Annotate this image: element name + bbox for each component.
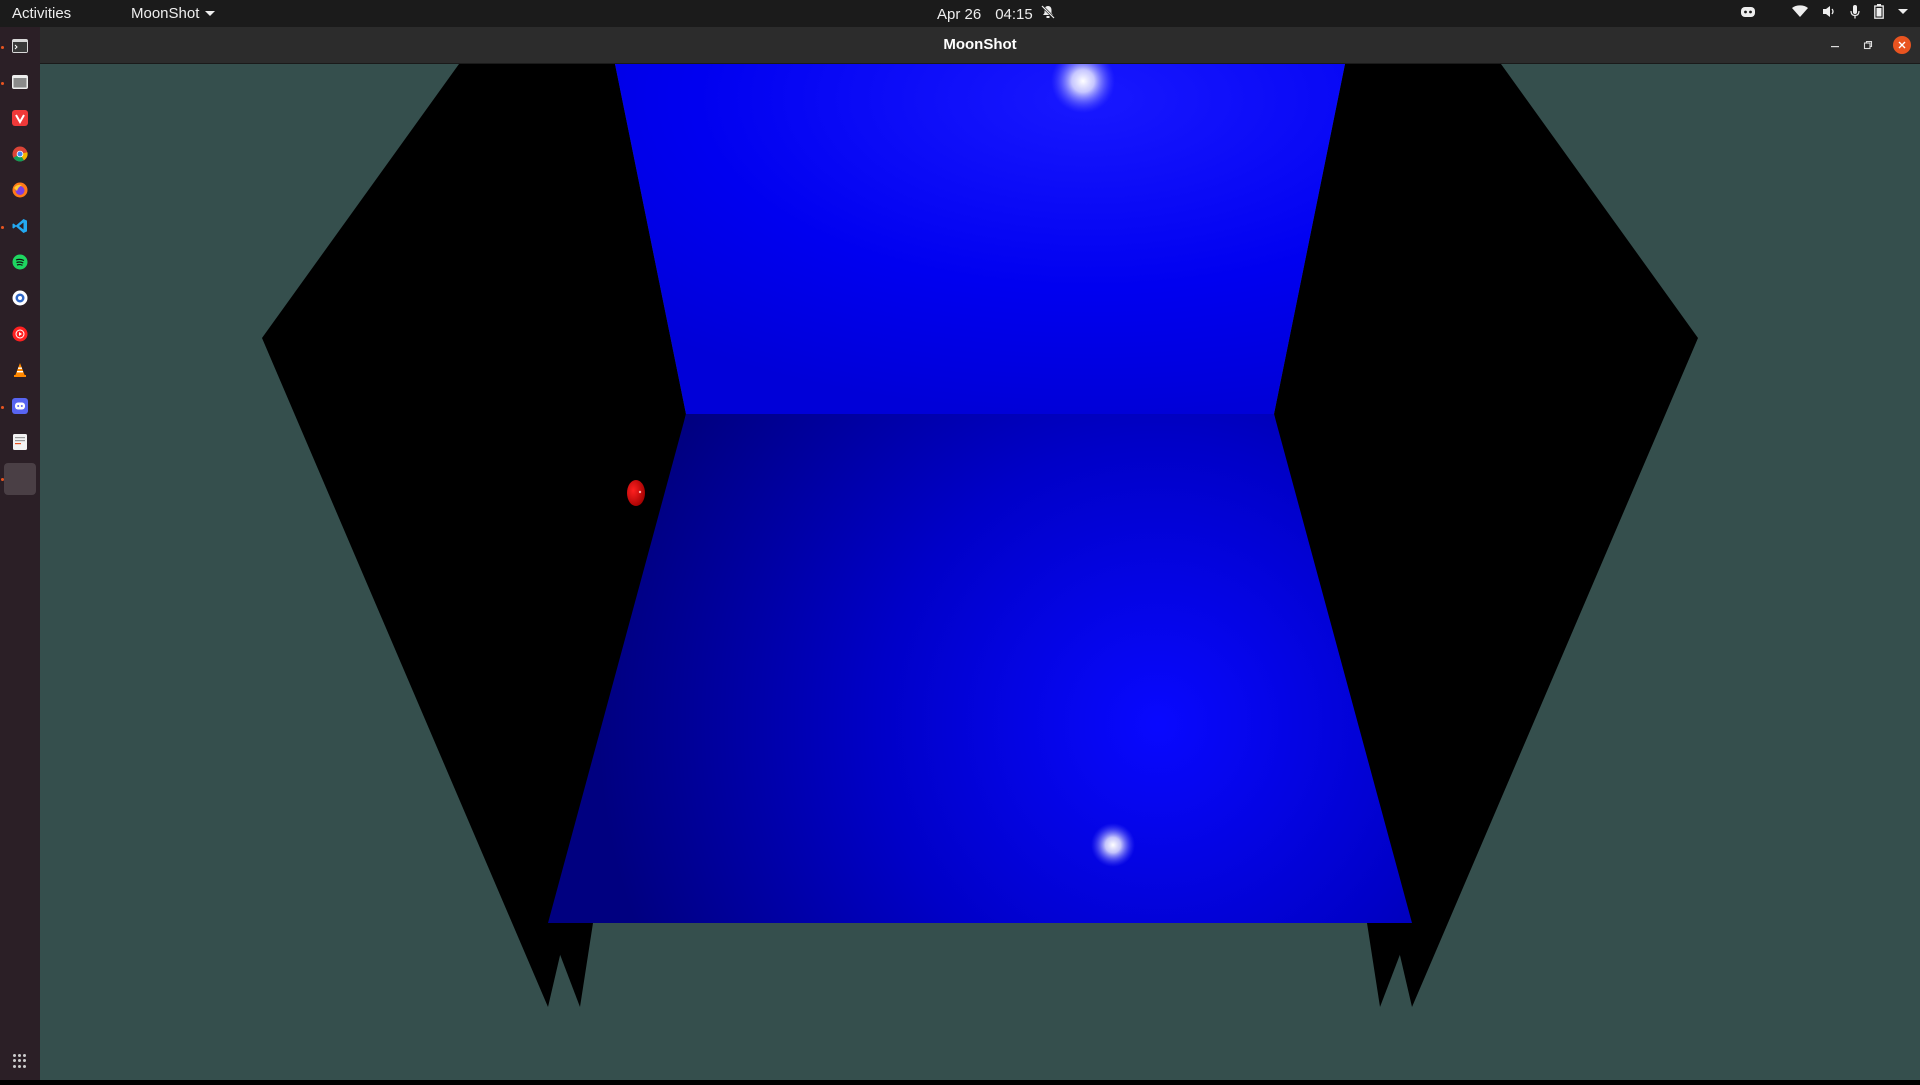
wifi-icon[interactable]	[1792, 5, 1808, 18]
files-icon[interactable]	[6, 68, 34, 96]
floor	[548, 414, 1412, 923]
window-title: MoonShot	[943, 36, 1017, 53]
top-bar: Activities MoonShot Apr 26 04:15	[0, 0, 1920, 27]
app-menu[interactable]: MoonShot	[131, 5, 216, 22]
system-tray[interactable]	[1740, 4, 1908, 19]
chrome-icon[interactable]	[6, 140, 34, 168]
close-button[interactable]	[1892, 35, 1912, 55]
notifications-off-icon	[1040, 5, 1055, 23]
back-wall	[615, 64, 1345, 414]
discord-icon[interactable]	[1740, 6, 1756, 18]
vscode-icon[interactable]	[6, 212, 34, 240]
running-indicator	[1, 46, 4, 49]
floor-light	[1091, 823, 1135, 867]
youtube-music-icon[interactable]	[6, 320, 34, 348]
game-canvas[interactable]	[40, 49, 1920, 1080]
app-icon[interactable]	[6, 284, 34, 312]
clock-date: Apr 26	[937, 5, 982, 23]
running-indicator	[1, 478, 4, 481]
clock-time: 04:15	[995, 5, 1033, 23]
chevron-down-icon	[205, 11, 216, 16]
vlc-icon[interactable]	[6, 356, 34, 384]
show-apps-grid-icon[interactable]	[13, 1054, 27, 1068]
red-ball-highlight	[638, 490, 642, 494]
text-editor-icon[interactable]	[6, 428, 34, 456]
dock	[0, 27, 40, 1080]
microphone-icon[interactable]	[1850, 4, 1860, 19]
running-indicator	[1, 226, 4, 229]
spotify-icon[interactable]	[6, 248, 34, 276]
moonshot-app-icon[interactable]	[6, 465, 34, 493]
restore-button[interactable]	[1858, 35, 1878, 55]
system-menu-caret-icon[interactable]	[1898, 9, 1908, 14]
activities-button[interactable]: Activities	[12, 5, 71, 22]
minimize-button[interactable]	[1825, 35, 1845, 55]
running-indicator	[1, 406, 4, 409]
window-titlebar[interactable]: MoonShot	[40, 27, 1920, 64]
running-indicator	[1, 82, 4, 85]
discord-icon[interactable]	[6, 392, 34, 420]
battery-icon[interactable]	[1874, 4, 1884, 19]
red-ball	[627, 480, 645, 506]
app-menu-label: MoonShot	[131, 5, 200, 22]
vivaldi-icon[interactable]	[6, 104, 34, 132]
close-icon	[1893, 36, 1911, 54]
terminal-icon[interactable]	[6, 32, 34, 60]
moonshot-window: MoonShot	[40, 27, 1920, 1080]
volume-icon[interactable]	[1822, 5, 1836, 18]
clock[interactable]: Apr 26 04:15	[937, 5, 1055, 23]
firefox-icon[interactable]	[6, 176, 34, 204]
